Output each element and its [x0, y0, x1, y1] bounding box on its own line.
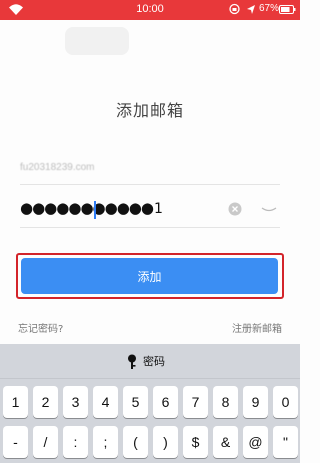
- keyboard-key[interactable]: 5: [123, 386, 148, 418]
- keyboard-key[interactable]: 4: [93, 386, 118, 418]
- clear-icon[interactable]: [228, 202, 242, 216]
- keyboard-key[interactable]: (: [123, 426, 148, 458]
- keyboard: 密码 1234567890 - /:;() $ & @ ": [0, 344, 300, 463]
- keyboard-key[interactable]: :: [63, 426, 88, 458]
- email-divider: [20, 184, 280, 185]
- keyboard-key[interactable]: 9: [243, 386, 268, 418]
- page-title: 添加邮箱: [115, 101, 184, 120]
- keyboard-key[interactable]: ): [153, 426, 178, 458]
- keyboard-key[interactable]: &: [213, 426, 238, 458]
- keyboard-key[interactable]: 3: [63, 386, 88, 418]
- keyboard-key[interactable]: 2: [33, 386, 58, 418]
- keyboard-bar-label: 密码: [143, 355, 165, 368]
- keyboard-bar: 密码: [0, 344, 300, 379]
- app-logo: [65, 27, 129, 55]
- keyboard-key[interactable]: @: [243, 426, 268, 458]
- add-button[interactable]: 添加: [21, 258, 278, 294]
- show-password-icon[interactable]: [261, 207, 277, 212]
- keyboard-key[interactable]: 1: [3, 386, 28, 418]
- password-value: ●●●●●●●●●●●1: [20, 199, 163, 217]
- keyboard-key[interactable]: 0: [273, 386, 298, 418]
- keyboard-key[interactable]: ": [273, 426, 298, 458]
- forgot-password-link[interactable]: 忘记密码?: [18, 320, 63, 335]
- keyboard-key[interactable]: $: [183, 426, 208, 458]
- location-icon: [247, 5, 255, 14]
- text-cursor: [94, 201, 96, 219]
- key-icon: [128, 354, 136, 369]
- battery-icon: [279, 5, 296, 14]
- keyboard-key[interactable]: ;: [93, 426, 118, 458]
- orientation-lock-icon: [229, 3, 240, 15]
- password-field[interactable]: ●●●●●●●●●●●1: [20, 198, 280, 224]
- battery-percent: 67%: [259, 3, 280, 14]
- status-bar: 10:00 67%: [0, 0, 300, 20]
- email-field[interactable]: fu20318239.com: [20, 160, 280, 182]
- register-email-link[interactable]: 注册新邮箱: [232, 320, 282, 335]
- keyboard-key[interactable]: 8: [213, 386, 238, 418]
- keyboard-key[interactable]: /: [33, 426, 58, 458]
- keyboard-key[interactable]: 7: [183, 386, 208, 418]
- keyboard-key[interactable]: 6: [153, 386, 178, 418]
- email-value: fu20318239.com: [20, 162, 95, 173]
- password-divider: [20, 227, 280, 228]
- keyboard-key[interactable]: -: [3, 426, 28, 458]
